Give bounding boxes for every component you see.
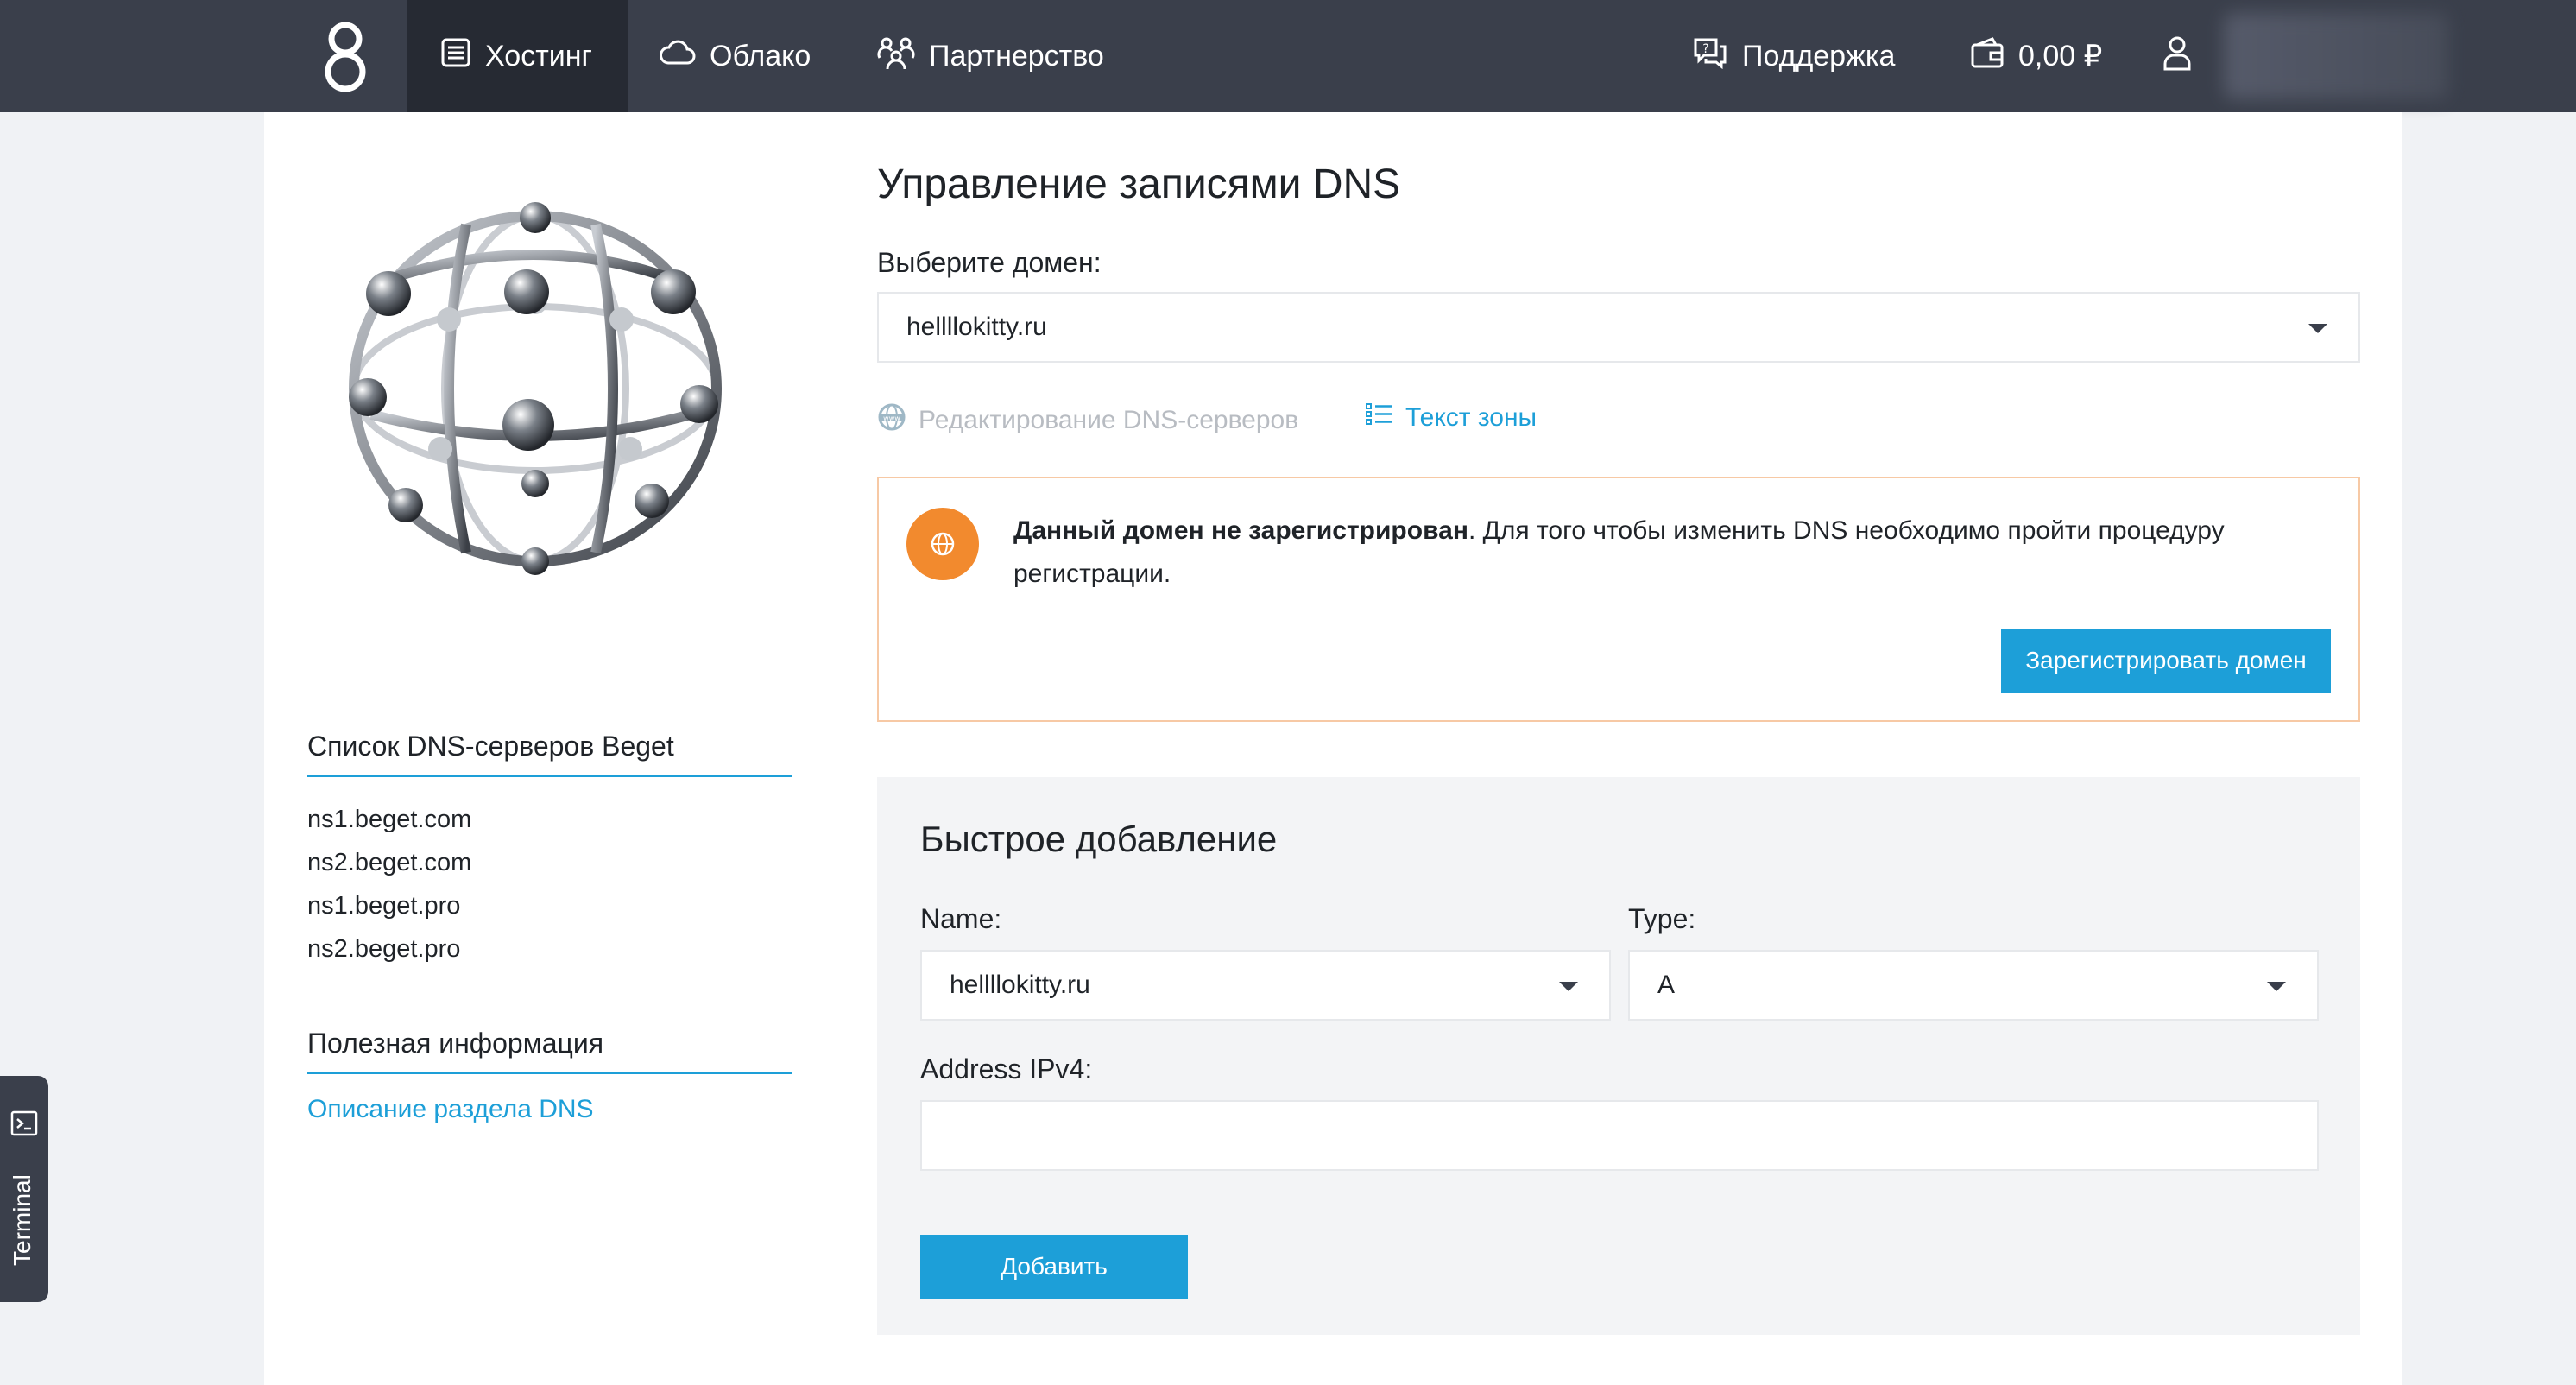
user-icon (2162, 35, 2193, 79)
alert-message-bold: Данный домен не зарегистрирован (1013, 516, 1468, 545)
quick-add-title: Быстрое добавление (920, 819, 1278, 859)
nav-cloud[interactable]: Облако (660, 0, 811, 112)
dns-server-item: ns1.beget.com (307, 806, 472, 833)
server-list-icon (440, 37, 471, 76)
partners-icon (877, 35, 915, 78)
chevron-down-icon (2267, 982, 2286, 991)
quick-add-panel: Быстрое добавление Name: Type: helllloki… (877, 777, 2360, 1335)
address-ipv4-label: Address IPv4: (920, 1053, 1093, 1085)
support-chat-icon: ? (1692, 36, 1728, 77)
list-icon (1366, 402, 1393, 433)
dns-section-description-link[interactable]: Описание раздела DNS (307, 1095, 594, 1124)
dns-server-item: ns2.beget.com (307, 849, 472, 876)
page-title: Управление записями DNS (877, 161, 1401, 207)
nav-hosting-label: Хостинг (485, 39, 592, 73)
chevron-down-icon (2308, 324, 2327, 333)
terminal-label: Terminal (9, 1174, 35, 1266)
svg-text:?: ? (1702, 42, 1708, 56)
register-domain-button[interactable]: Зарегистрировать домен (2001, 629, 2331, 692)
wallet-icon (1970, 36, 2005, 77)
dns-servers-heading: Список DNS-серверов Beget (307, 730, 792, 777)
type-select[interactable]: A (1628, 950, 2319, 1021)
type-select-value: A (1657, 971, 1676, 999)
terminal-icon (10, 1110, 38, 1141)
add-record-button[interactable]: Добавить (920, 1235, 1188, 1299)
edit-dns-servers-link[interactable]: www Редактирование DNS-серверов (877, 402, 1298, 439)
balance-value: 0,00 ₽ (2018, 40, 2103, 73)
type-field-label: Type: (1628, 903, 1696, 934)
dns-server-item: ns2.beget.pro (307, 935, 461, 963)
useful-info-heading: Полезная информация (307, 1028, 792, 1074)
name-select[interactable]: hellllokitty.ru (920, 950, 1611, 1021)
account-name-blurred (2224, 13, 2448, 99)
terminal-tab[interactable]: Terminal (0, 1076, 48, 1302)
edit-dns-servers-label: Редактирование DNS-серверов (919, 406, 1299, 434)
name-field-label: Name: (920, 903, 1002, 934)
domain-select[interactable]: hellllokitty.ru (877, 292, 2360, 363)
domain-select-label: Выберите домен: (877, 247, 1102, 278)
zone-text-link[interactable]: Текст зоны (1366, 402, 1537, 433)
domain-not-registered-alert: Данный домен не зарегистрирован. Для тог… (877, 477, 2360, 722)
dns-server-item: ns1.beget.pro (307, 892, 461, 920)
nav-balance[interactable]: 0,00 ₽ (1970, 0, 2102, 112)
svg-text:www: www (883, 414, 900, 422)
beget-logo-icon[interactable] (313, 19, 378, 95)
chevron-down-icon (1559, 982, 1578, 991)
top-navigation-bar: Хостинг Облако Партнерство ? Поддержка 0… (0, 0, 2576, 112)
globe-warning-icon (906, 508, 979, 580)
nav-cloud-label: Облако (710, 39, 811, 73)
address-ipv4-input[interactable] (920, 1100, 2319, 1171)
domain-select-value: hellllokitty.ru (906, 313, 1047, 341)
nav-support[interactable]: ? Поддержка (1692, 0, 1895, 112)
nav-partnership[interactable]: Партнерство (877, 0, 1104, 112)
nav-partnership-label: Партнерство (929, 39, 1104, 73)
dns-servers-list: ns1.beget.com ns2.beget.com ns1.beget.pr… (307, 798, 471, 971)
alert-message: Данный домен не зарегистрирован. Для тог… (1013, 509, 2291, 596)
name-select-value: hellllokitty.ru (950, 971, 1090, 999)
nav-support-label: Поддержка (1742, 39, 1896, 73)
nav-hosting[interactable]: Хостинг (407, 0, 628, 112)
zone-text-label: Текст зоны (1405, 403, 1537, 432)
nav-account[interactable] (2162, 0, 2448, 112)
www-globe-icon: www (877, 402, 906, 439)
cloud-icon (660, 40, 696, 73)
dns-globe-illustration (349, 202, 722, 575)
